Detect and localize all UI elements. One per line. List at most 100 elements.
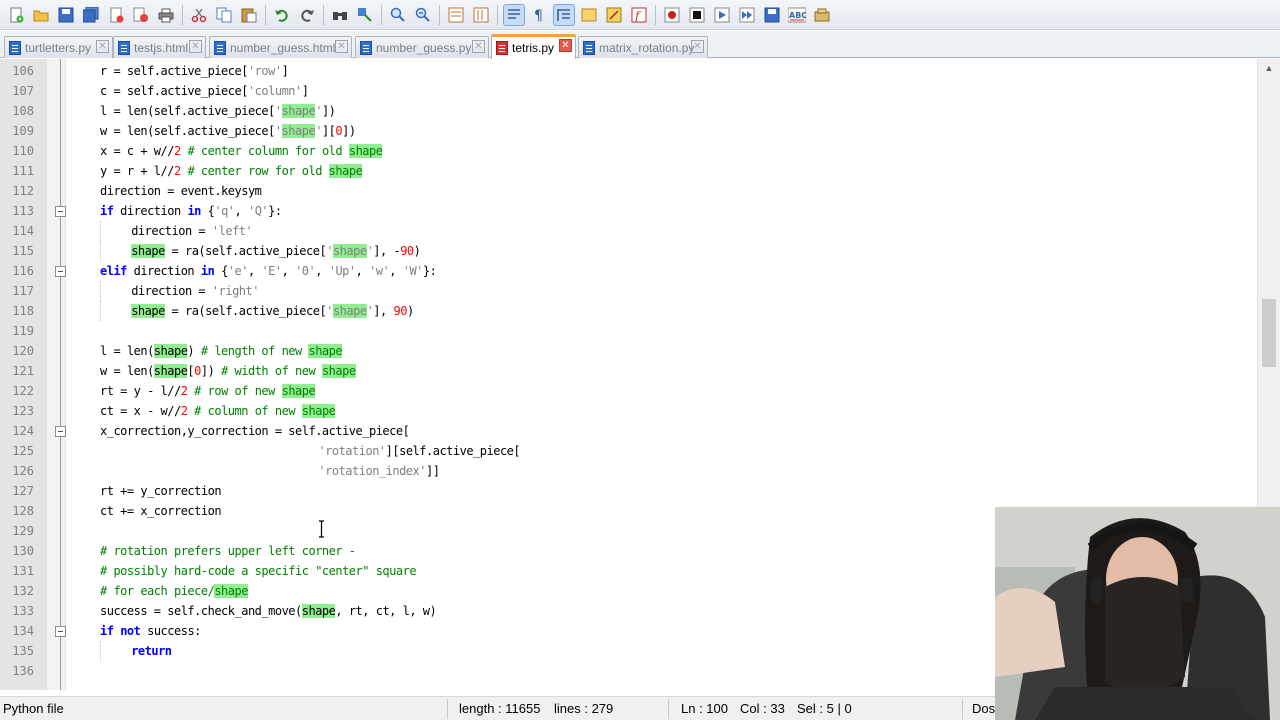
code-line[interactable]: 113 if direction in {'q', 'Q'}:	[0, 201, 1257, 221]
line-number: 122	[12, 384, 34, 398]
sync-horizontal-icon[interactable]	[471, 5, 491, 25]
doc-map-icon[interactable]	[579, 5, 599, 25]
stop-macro-icon[interactable]	[687, 5, 707, 25]
code-line[interactable]: 108 l = len(self.active_piece['shape'])	[0, 101, 1257, 121]
indent-guide	[100, 221, 102, 241]
close-icon[interactable]	[106, 5, 126, 25]
status-sel: Sel : 5 | 0	[797, 701, 852, 716]
code-line[interactable]: 111 y = r + l//2 # center row for old sha…	[0, 161, 1257, 181]
zoom-out-icon[interactable]	[413, 5, 433, 25]
tab-testjs-html[interactable]: testjs.html ✕	[113, 36, 206, 58]
fold-toggle-icon[interactable]	[55, 426, 66, 437]
word-wrap-icon[interactable]	[503, 3, 525, 26]
save-icon[interactable]	[56, 5, 76, 25]
code-line[interactable]: 116 elif direction in {'e', 'E', '0', 'Up…	[0, 261, 1257, 281]
code-line[interactable]: 123 ct = x - w//2 # column of new shape	[0, 401, 1257, 421]
tab-number-guess-py[interactable]: number_guess.py ✕	[355, 36, 489, 58]
code-line[interactable]: 126 'rotation_index']]	[0, 461, 1257, 481]
svg-text:ABC: ABC	[789, 11, 806, 20]
toolbar-separator	[265, 4, 266, 25]
close-tab-icon[interactable]: ✕	[189, 40, 202, 53]
code-line[interactable]: 106 r = self.active_piece['row']	[0, 61, 1257, 81]
code-line[interactable]: 121 w = len(shape[0]) # width of new shap…	[0, 361, 1257, 381]
code-text: if not success:	[100, 624, 201, 638]
save-macro-icon[interactable]	[762, 5, 782, 25]
print-icon[interactable]	[156, 5, 176, 25]
code-line[interactable]: 109 w = len(self.active_piece['shape'][0]…	[0, 121, 1257, 141]
scroll-thumb[interactable]	[1262, 299, 1276, 367]
new-file-icon[interactable]	[6, 5, 26, 25]
undo-icon[interactable]	[272, 5, 292, 25]
play-macro-icon[interactable]	[712, 5, 732, 25]
save-all-icon[interactable]	[81, 5, 101, 25]
folder-workspace-icon[interactable]: f	[629, 5, 649, 25]
close-tab-icon[interactable]: ✕	[472, 40, 485, 53]
code-line[interactable]: 127 rt += y_correction	[0, 481, 1257, 501]
plugin-icon[interactable]	[812, 5, 832, 25]
tab-number-guess-html[interactable]: number_guess.html ✕	[209, 36, 352, 58]
line-number: 117	[12, 284, 34, 298]
status-separator	[447, 699, 448, 719]
record-macro-icon[interactable]	[662, 5, 682, 25]
code-line[interactable]: 110 x = c + w//2 # center column for old …	[0, 141, 1257, 161]
sync-vertical-icon[interactable]	[446, 5, 466, 25]
code-line[interactable]: 117 direction = 'right'	[0, 281, 1257, 301]
close-tab-icon[interactable]: ✕	[96, 40, 109, 53]
spell-check-icon[interactable]: ABC	[787, 5, 807, 25]
code-text: direction = 'left'	[131, 224, 253, 238]
code-line[interactable]: 112 direction = event.keysym	[0, 181, 1257, 201]
code-line[interactable]: 119	[0, 321, 1257, 341]
code-line[interactable]: 115 shape = ra(self.active_piece['shape']…	[0, 241, 1257, 261]
tab-matrix-rotation-py[interactable]: matrix_rotation.py ✕	[578, 36, 708, 58]
show-all-chars-icon[interactable]: ¶	[529, 5, 549, 25]
tab-bar: turtletters.py ✕ testjs.html ✕ number_gu…	[0, 31, 1280, 59]
code-line[interactable]: 107 c = self.active_piece['column']	[0, 81, 1257, 101]
indent-guide	[100, 301, 102, 321]
modified-file-icon	[496, 41, 508, 55]
open-file-icon[interactable]	[31, 5, 51, 25]
code-line[interactable]: 120 l = len(shape) # length of new shape	[0, 341, 1257, 361]
html-file-icon	[214, 40, 226, 55]
copy-icon[interactable]	[214, 5, 234, 25]
paste-icon[interactable]	[239, 5, 259, 25]
tab-label: matrix_rotation.py	[599, 40, 695, 55]
zoom-in-icon[interactable]	[388, 5, 408, 25]
fold-toggle-icon[interactable]	[55, 626, 66, 637]
line-number: 126	[12, 464, 34, 478]
line-number: 134	[12, 624, 34, 638]
toolbar-separator	[323, 4, 324, 25]
redo-icon[interactable]	[297, 5, 317, 25]
svg-text:¶: ¶	[534, 8, 543, 23]
webcam-overlay	[995, 507, 1280, 720]
tab-turtletters-py[interactable]: turtletters.py ✕	[4, 36, 113, 58]
function-list-icon[interactable]	[604, 5, 624, 25]
fold-toggle-icon[interactable]	[55, 266, 66, 277]
replace-icon[interactable]	[355, 5, 375, 25]
line-number: 116	[12, 264, 34, 278]
code-line[interactable]: 114 direction = 'left'	[0, 221, 1257, 241]
line-number: 127	[12, 484, 34, 498]
find-icon[interactable]	[330, 5, 350, 25]
code-text: rt = y - l//2 # row of new shape	[100, 384, 316, 398]
tab-tetris-py[interactable]: tetris.py ✕	[491, 34, 576, 59]
close-all-icon[interactable]	[131, 5, 151, 25]
run-macro-multiple-icon[interactable]	[737, 5, 757, 25]
code-line[interactable]: 122 rt = y - l//2 # row of new shape	[0, 381, 1257, 401]
fold-toggle-icon[interactable]	[55, 206, 66, 217]
close-tab-icon[interactable]: ✕	[559, 39, 572, 52]
code-text: l = len(shape) # length of new shape	[100, 344, 343, 358]
code-text: shape = ra(self.active_piece['shape'], 9…	[131, 304, 414, 318]
code-text: # possibly hard-code a specific "center"…	[100, 564, 417, 578]
scroll-up-icon[interactable]: ▲	[1258, 59, 1280, 77]
cut-icon[interactable]	[189, 5, 209, 25]
close-tab-icon[interactable]: ✕	[691, 40, 704, 53]
indent-guide	[100, 281, 102, 301]
code-text: x_correction,y_correction = self.active_…	[100, 424, 410, 438]
code-line[interactable]: 118 shape = ra(self.active_piece['shape']…	[0, 301, 1257, 321]
toolbar-separator	[182, 4, 183, 25]
code-line[interactable]: 125 'rotation'][self.active_piece[	[0, 441, 1257, 461]
indent-guide-icon[interactable]	[553, 3, 575, 26]
close-tab-icon[interactable]: ✕	[335, 40, 348, 53]
code-line[interactable]: 124 x_correction,y_correction = self.acti…	[0, 421, 1257, 441]
line-number: 111	[12, 164, 34, 178]
